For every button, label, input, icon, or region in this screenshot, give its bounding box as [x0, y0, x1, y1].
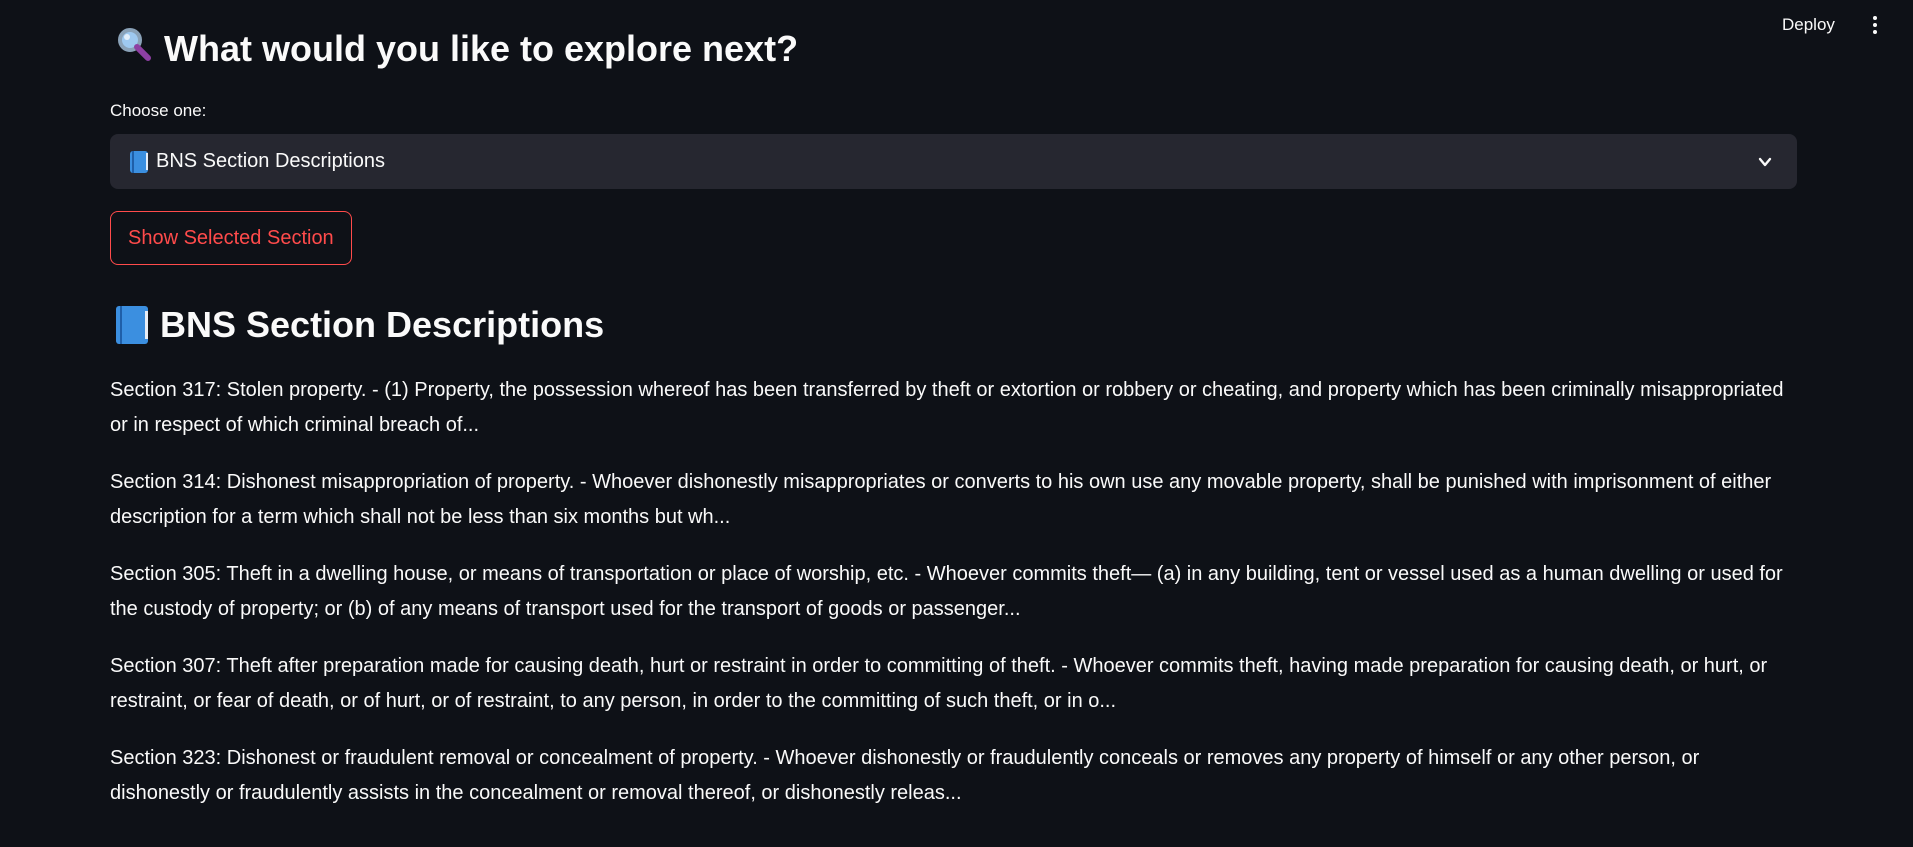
- vertical-ellipsis-icon: [1873, 23, 1877, 27]
- blue-book-icon: [116, 306, 148, 344]
- chevron-down-icon: [1753, 150, 1777, 174]
- list-item: Section 323: Dishonest or fraudulent rem…: [110, 747, 1700, 804]
- section-heading: BNS Section Descriptions: [116, 304, 604, 346]
- list-item: Section 305: Theft in a dwelling house, …: [110, 563, 1783, 620]
- select-value-text: BNS Section Descriptions: [156, 150, 385, 172]
- section-select[interactable]: BNS Section Descriptions: [110, 134, 1797, 189]
- explore-title: What would you like to explore next?: [164, 27, 799, 69]
- select-label: Choose one:: [110, 101, 207, 120]
- main-menu-button[interactable]: [1862, 12, 1888, 38]
- list-item: Section 307: Theft after preparation mad…: [110, 655, 1768, 712]
- explore-heading: What would you like to explore next?: [116, 26, 798, 71]
- list-item: Section 317: Stolen property. - (1) Prop…: [110, 379, 1784, 436]
- select-value: BNS Section Descriptions: [130, 150, 1753, 173]
- vertical-ellipsis-icon: [1873, 16, 1877, 20]
- magnifying-glass-icon: [116, 26, 152, 71]
- vertical-ellipsis-icon: [1873, 30, 1877, 34]
- show-selected-section-button[interactable]: Show Selected Section: [110, 211, 352, 265]
- section-title: BNS Section Descriptions: [160, 304, 605, 345]
- deploy-button[interactable]: Deploy: [1770, 12, 1847, 38]
- blue-book-icon: [130, 150, 148, 173]
- section-description-list: Section 317: Stolen property. - (1) Prop…: [110, 373, 1797, 833]
- list-item: Section 314: Dishonest misappropriation …: [110, 471, 1772, 528]
